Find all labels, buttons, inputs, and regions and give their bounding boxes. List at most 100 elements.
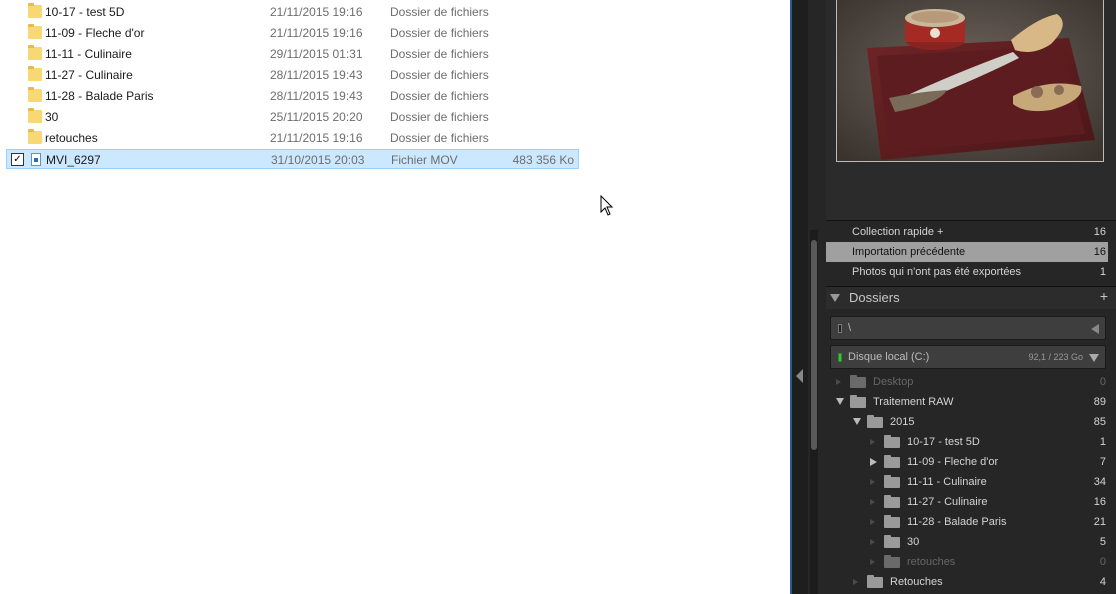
file-type: Dossier de fichiers — [390, 131, 489, 145]
collection-count: 16 — [1093, 246, 1106, 258]
file-row[interactable]: 11-09 - Fleche d'or 21/11/2015 19:16 Dossi… — [6, 23, 579, 43]
folder-count: 7 — [1099, 456, 1106, 468]
folder-count: 34 — [1093, 476, 1106, 488]
collection-item[interactable]: Importation précédente 16 — [826, 242, 1108, 262]
folder-tree-item[interactable]: 2015 85 — [826, 412, 1108, 432]
file-date: 21/11/2015 19:16 — [270, 131, 363, 145]
disclosure-triangle-icon[interactable] — [836, 379, 841, 385]
volume-size: 92,1 / 223 Go — [1028, 352, 1083, 362]
collection-item[interactable]: Photos qui n'ont pas été exportées 1 — [826, 262, 1108, 282]
folder-tree-item[interactable]: 11-27 - Culinaire 16 — [826, 492, 1108, 512]
folder-tree-item[interactable]: 30 5 — [826, 532, 1108, 552]
file-date: 21/11/2015 19:16 — [270, 26, 363, 40]
collection-label: Photos qui n'ont pas été exportées — [852, 266, 1022, 278]
file-name: 11-09 - Fleche d'or — [45, 26, 145, 40]
file-type: Dossier de fichiers — [390, 26, 489, 40]
folder-label: 30 — [907, 536, 920, 548]
folders-panel-header[interactable]: Dossiers + — [826, 286, 1116, 309]
file-row[interactable]: 30 25/11/2015 20:20 Dossier de fichiers — [6, 107, 579, 127]
file-row[interactable]: 11-27 - Culinaire 28/11/2015 19:43 Dossier… — [6, 65, 579, 85]
folder-tree-item[interactable]: 10-17 - test 5D 1 — [826, 432, 1108, 452]
path-collapse-arrow-icon[interactable] — [1091, 324, 1099, 334]
folder-icon — [28, 3, 42, 18]
folder-label: 11-28 - Balade Paris — [907, 516, 1007, 528]
expanded-triangle-icon[interactable] — [836, 398, 844, 405]
file-row[interactable]: 11-28 - Balade Paris 28/11/2015 19:43 Doss… — [6, 86, 579, 106]
file-date: 29/11/2015 01:31 — [270, 47, 363, 61]
folder-icon — [850, 375, 866, 388]
panel-scrollbar[interactable] — [810, 230, 818, 594]
volume-expand-arrow-icon[interactable] — [1089, 354, 1099, 362]
file-name: 10-17 - test 5D — [45, 5, 125, 19]
file-row[interactable]: 11-11 - Culinaire 29/11/2015 01:31 Dossier… — [6, 44, 579, 64]
disclosure-triangle-icon[interactable] — [870, 519, 875, 525]
file-date: 28/11/2015 19:43 — [270, 68, 363, 82]
left-panel-gutter[interactable] — [792, 0, 808, 594]
folders-panel-title: Dossiers — [849, 290, 900, 305]
file-name: 11-11 - Culinaire — [45, 47, 132, 61]
folder-count: 85 — [1093, 416, 1106, 428]
file-type: Dossier de fichiers — [390, 5, 489, 19]
file-name: 11-27 - Culinaire — [45, 68, 133, 82]
folder-icon — [28, 87, 42, 102]
folder-tree-item[interactable]: 11-09 - Fleche d'or 7 — [826, 452, 1108, 472]
file-name: 11-28 - Balade Paris — [45, 89, 154, 103]
folder-icon — [884, 475, 900, 488]
folder-icon — [28, 129, 42, 144]
row-checkbox[interactable]: ✓ — [11, 153, 24, 166]
panel-expanded-triangle-icon[interactable] — [830, 294, 840, 302]
disclosure-triangle-icon[interactable] — [870, 559, 875, 565]
folder-label: Traitement RAW — [873, 396, 954, 408]
file-date: 31/10/2015 20:03 — [271, 153, 365, 167]
volume-status-led-icon — [838, 353, 842, 362]
folder-count: 4 — [1099, 576, 1106, 588]
file-name: 30 — [45, 110, 59, 124]
collapsed-triangle-icon[interactable] — [870, 458, 877, 466]
folder-icon — [884, 515, 900, 528]
folder-tree-item[interactable]: Retouches 4 — [826, 572, 1108, 592]
disclosure-triangle-icon[interactable] — [870, 439, 875, 445]
collection-count: 1 — [1099, 266, 1106, 278]
navigator-panel — [826, 0, 1116, 221]
collection-item[interactable]: Collection rapide + 16 — [826, 222, 1108, 242]
folder-tree-item[interactable]: Traitement RAW 89 — [826, 392, 1108, 412]
photo-thumbnail — [837, 0, 1103, 161]
folder-icon — [867, 415, 883, 428]
file-date: 21/11/2015 19:16 — [270, 5, 363, 19]
file-type: Dossier de fichiers — [390, 89, 489, 103]
file-row[interactable]: retouches 21/11/2015 19:16 Dossier de fich… — [6, 128, 579, 148]
folder-count: 0 — [1099, 376, 1106, 388]
navigator-photo-preview[interactable] — [836, 0, 1104, 162]
disclosure-triangle-icon[interactable] — [870, 539, 875, 545]
root-path-label: \ — [848, 322, 852, 334]
file-type: Dossier de fichiers — [390, 68, 489, 82]
disclosure-triangle-icon[interactable] — [870, 499, 875, 505]
collapse-panel-triangle-icon[interactable] — [796, 369, 803, 383]
file-type: Dossier de fichiers — [390, 110, 489, 124]
expanded-triangle-icon[interactable] — [853, 418, 861, 425]
folder-icon — [28, 24, 42, 39]
folder-count: 89 — [1093, 396, 1106, 408]
folder-icon — [28, 108, 42, 123]
folder-tree-item[interactable]: Desktop 0 — [826, 372, 1108, 392]
collection-count: 16 — [1093, 226, 1106, 238]
file-row[interactable]: 10-17 - test 5D 21/11/2015 19:16 Dossier d… — [6, 2, 579, 22]
folder-tree-item[interactable]: 11-28 - Balade Paris 21 — [826, 512, 1108, 532]
folder-tree-item[interactable]: retouches 0 — [826, 552, 1108, 572]
folder-tree-item[interactable]: 11-11 - Culinaire 34 — [826, 472, 1108, 492]
add-folder-plus-icon[interactable]: + — [1100, 288, 1108, 304]
volume-bar[interactable]: Disque local (C:) 92,1 / 223 Go — [830, 345, 1106, 369]
scrollbar-thumb[interactable] — [811, 240, 817, 450]
disclosure-triangle-icon[interactable] — [853, 579, 858, 585]
folder-count: 1 — [1099, 436, 1106, 448]
folder-icon — [28, 45, 42, 60]
file-type: Dossier de fichiers — [390, 47, 489, 61]
folder-icon — [884, 535, 900, 548]
folder-icon — [850, 395, 866, 408]
collection-label: Importation précédente — [852, 246, 966, 258]
file-row[interactable]: ✓ MVI_6297 31/10/2015 20:03 Fichier MOV 483 … — [6, 149, 579, 169]
video-file-icon — [31, 153, 41, 166]
disclosure-triangle-icon[interactable] — [870, 479, 875, 485]
root-path-bar[interactable]: \ — [830, 316, 1106, 340]
collection-label: Collection rapide + — [852, 226, 944, 238]
